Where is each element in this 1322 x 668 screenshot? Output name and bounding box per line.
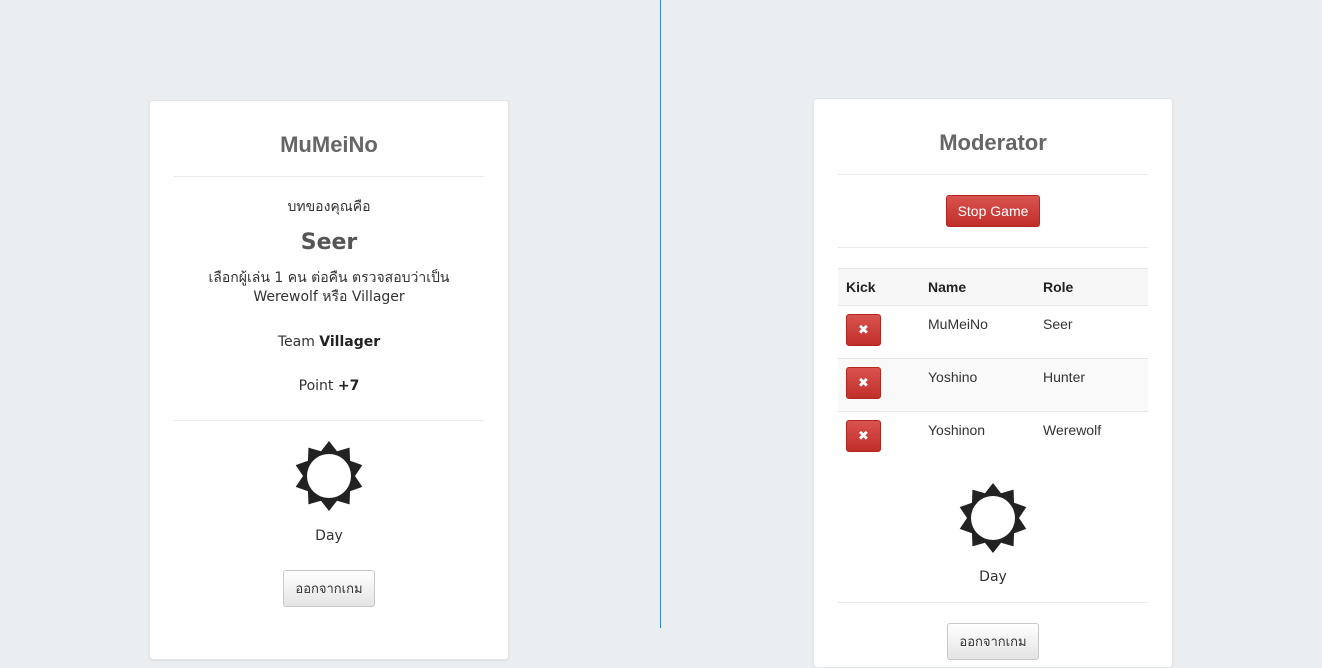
phase-indicator: Day <box>838 482 1148 586</box>
role-name: Seer <box>300 230 358 255</box>
close-icon: ✖ <box>858 375 869 390</box>
table-header-row: Kick Name Role <box>838 268 1148 306</box>
team-line: Team Villager <box>174 332 484 352</box>
moderator-pane: Moderator Stop Game Kick Name Role ✖ MuM… <box>662 0 1322 668</box>
point-line: Point +7 <box>174 376 484 396</box>
pane-divider <box>660 0 661 628</box>
phase-label: Day <box>979 569 1007 585</box>
players-table: Kick Name Role ✖ MuMeiNo Seer ✖ Yoshino … <box>838 268 1148 464</box>
role-description: เลือกผู้เล่น 1 คน ต่อคืน ตรวจสอบว่าเป็น … <box>208 270 450 305</box>
team-prefix: Team <box>277 334 315 350</box>
table-row: ✖ MuMeiNo Seer <box>838 305 1148 359</box>
player-name-title: MuMeiNo <box>280 132 378 157</box>
team-value: Villager <box>319 334 381 350</box>
table-row: ✖ Yoshino Hunter <box>838 358 1148 412</box>
phase-indicator: Day <box>174 440 484 545</box>
player-name: Yoshino <box>920 358 1035 412</box>
divider <box>174 176 484 177</box>
point-value: +7 <box>337 378 360 394</box>
close-icon: ✖ <box>858 428 869 443</box>
sun-icon <box>295 441 363 511</box>
point-prefix: Point <box>298 378 334 394</box>
role-label: บทของคุณคือ <box>287 199 371 215</box>
player-name: Yoshinon <box>928 422 986 438</box>
phase-label: Day <box>315 528 343 544</box>
kick-player-button[interactable]: ✖ <box>846 420 881 452</box>
divider <box>838 247 1148 248</box>
kick-column-header: Kick <box>838 268 920 306</box>
leave-game-button[interactable]: ออกจากเกม <box>283 570 375 607</box>
leave-game-button[interactable]: ออกจากเกม <box>947 623 1039 660</box>
player-pane: MuMeiNo บทของคุณคือ Seer เลือกผู้เล่น 1 … <box>0 0 660 660</box>
stop-game-button[interactable]: Stop Game <box>945 195 1041 227</box>
sun-icon <box>959 483 1027 553</box>
moderator-title: Moderator <box>939 130 1047 155</box>
name-column-header: Name <box>920 268 1035 306</box>
player-name: MuMeiNo <box>920 305 1035 359</box>
kick-player-button[interactable]: ✖ <box>846 314 881 346</box>
player-role: Hunter <box>1035 358 1148 412</box>
divider <box>838 602 1148 603</box>
divider <box>174 420 484 421</box>
divider <box>838 174 1148 175</box>
role-column-header: Role <box>1035 268 1148 306</box>
kick-player-button[interactable]: ✖ <box>846 367 881 399</box>
player-role: Seer <box>1035 305 1148 359</box>
close-icon: ✖ <box>858 322 869 337</box>
moderator-card: Moderator Stop Game Kick Name Role ✖ MuM… <box>813 98 1173 668</box>
player-role: Werewolf <box>1043 422 1102 438</box>
table-row: ✖ Yoshinon Werewolf <box>838 412 1148 465</box>
player-card: MuMeiNo บทของคุณคือ Seer เลือกผู้เล่น 1 … <box>149 100 509 660</box>
